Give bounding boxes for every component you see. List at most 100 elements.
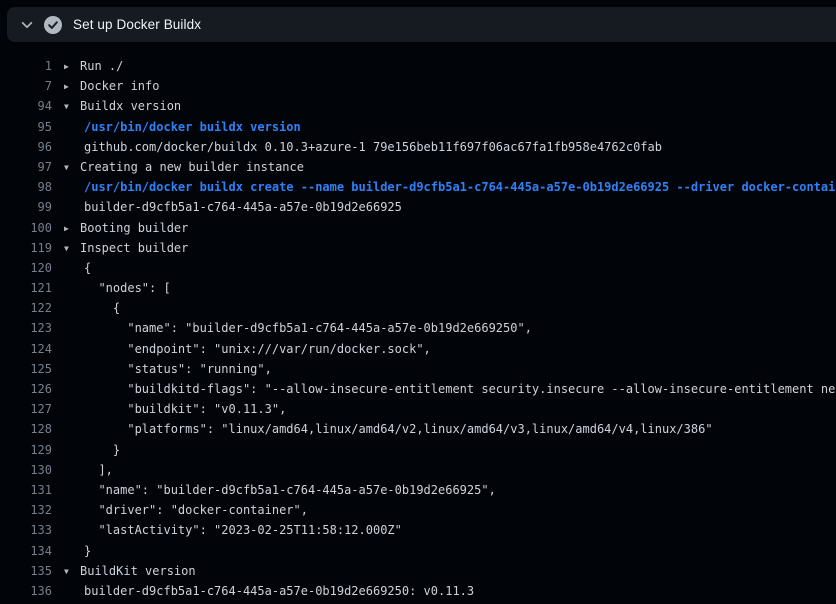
log-line: 97 ▼Creating a new builder instance — [0, 157, 836, 177]
group-toggle-icon: ▼ — [64, 158, 80, 177]
step-header[interactable]: Set up Docker Buildx — [7, 7, 836, 42]
log-line-text: Booting builder — [80, 221, 188, 235]
line-number-link[interactable]: 130 — [0, 460, 52, 480]
log-line: 131 "name": "builder-d9cfb5a1-c764-445a-… — [0, 480, 836, 500]
line-number-link[interactable]: 131 — [0, 480, 52, 500]
log-line-text: BuildKit version — [80, 564, 196, 578]
log-line-text: "endpoint": "unix:///var/run/docker.sock… — [84, 342, 431, 356]
group-toggle-icon: ▼ — [64, 562, 80, 581]
log-line-text: builder-d9cfb5a1-c764-445a-a57e-0b19d2e6… — [84, 200, 402, 214]
log-line: 120 { — [0, 258, 836, 278]
log-line-text: { — [84, 261, 91, 275]
log-line-text: /usr/bin/docker buildx create --name bui… — [84, 180, 836, 194]
line-number-link[interactable]: 123 — [0, 318, 52, 338]
log: 1 ▶Run ./ 7 ▶Docker info 94 ▼Buildx vers… — [0, 42, 836, 601]
line-number-link[interactable]: 97 — [0, 157, 52, 177]
log-line: 124 "endpoint": "unix:///var/run/docker.… — [0, 339, 836, 359]
log-line-text: Creating a new builder instance — [80, 160, 304, 174]
line-number-link[interactable]: 133 — [0, 520, 52, 540]
log-line: 100 ▶Booting builder — [0, 218, 836, 238]
log-line: 95 /usr/bin/docker buildx version — [0, 117, 836, 137]
log-line: 122 { — [0, 298, 836, 318]
log-line-text: Inspect builder — [80, 241, 188, 255]
log-group-toggle[interactable]: ▼Buildx version — [52, 96, 181, 116]
log-line: 1 ▶Run ./ — [0, 56, 836, 76]
line-number-link[interactable]: 7 — [0, 76, 52, 96]
log-line-text: { — [84, 301, 120, 315]
log-line-text: Docker info — [80, 79, 159, 93]
line-number-link[interactable]: 135 — [0, 561, 52, 581]
log-line-text: "buildkit": "v0.11.3", — [84, 402, 286, 416]
line-number-link[interactable]: 127 — [0, 399, 52, 419]
line-number-link[interactable]: 136 — [0, 581, 52, 601]
line-number-link[interactable]: 120 — [0, 258, 52, 278]
log-line: 125 "status": "running", — [0, 359, 836, 379]
log-group-toggle[interactable]: ▶Booting builder — [52, 218, 188, 238]
step-title: Set up Docker Buildx — [73, 17, 201, 32]
log-group-toggle[interactable]: ▶Run ./ — [52, 56, 123, 76]
log-line-text: } — [84, 443, 120, 457]
log-line-text: github.com/docker/buildx 0.10.3+azure-1 … — [84, 140, 662, 154]
log-line-text: "buildkitd-flags": "--allow-insecure-ent… — [84, 382, 836, 396]
line-number-link[interactable]: 95 — [0, 117, 52, 137]
line-number-link[interactable]: 124 — [0, 339, 52, 359]
group-toggle-icon: ▶ — [64, 57, 80, 76]
group-toggle-icon: ▶ — [64, 77, 80, 96]
log-line-text: "name": "builder-d9cfb5a1-c764-445a-a57e… — [84, 321, 532, 335]
line-number-link[interactable]: 1 — [0, 56, 52, 76]
log-line: 136 builder-d9cfb5a1-c764-445a-a57e-0b19… — [0, 581, 836, 601]
log-line: 133 "lastActivity": "2023-02-25T11:58:12… — [0, 520, 836, 540]
log-line-text: builder-d9cfb5a1-c764-445a-a57e-0b19d2e6… — [84, 584, 474, 598]
log-line: 130 ], — [0, 460, 836, 480]
chevron-down-icon[interactable] — [19, 17, 35, 33]
group-toggle-icon: ▼ — [64, 239, 80, 258]
line-number-link[interactable]: 96 — [0, 137, 52, 157]
log-line: 127 "buildkit": "v0.11.3", — [0, 399, 836, 419]
line-number-link[interactable]: 132 — [0, 500, 52, 520]
line-number-link[interactable]: 119 — [0, 238, 52, 258]
log-group-toggle[interactable]: ▶Docker info — [52, 76, 159, 96]
log-line: 135 ▼BuildKit version — [0, 561, 836, 581]
log-line-text: "status": "running", — [84, 362, 272, 376]
log-line: 96 github.com/docker/buildx 0.10.3+azure… — [0, 137, 836, 157]
line-number-link[interactable]: 128 — [0, 419, 52, 439]
log-line: 126 "buildkitd-flags": "--allow-insecure… — [0, 379, 836, 399]
log-line: 119 ▼Inspect builder — [0, 238, 836, 258]
log-line-text: Run ./ — [80, 59, 123, 73]
log-group-toggle[interactable]: ▼Creating a new builder instance — [52, 157, 304, 177]
log-line-text: /usr/bin/docker buildx version — [84, 120, 301, 134]
log-line-text: Buildx version — [80, 99, 181, 113]
line-number-link[interactable]: 98 — [0, 177, 52, 197]
log-line: 123 "name": "builder-d9cfb5a1-c764-445a-… — [0, 318, 836, 338]
log-line: 99 builder-d9cfb5a1-c764-445a-a57e-0b19d… — [0, 197, 836, 217]
log-line: 7 ▶Docker info — [0, 76, 836, 96]
line-number-link[interactable]: 134 — [0, 541, 52, 561]
line-number-link[interactable]: 129 — [0, 440, 52, 460]
log-line-text: "name": "builder-d9cfb5a1-c764-445a-a57e… — [84, 483, 496, 497]
log-line-text: } — [84, 544, 91, 558]
line-number-link[interactable]: 126 — [0, 379, 52, 399]
log-line: 121 "nodes": [ — [0, 278, 836, 298]
line-number-link[interactable]: 125 — [0, 359, 52, 379]
line-number-link[interactable]: 121 — [0, 278, 52, 298]
log-line-text: "nodes": [ — [84, 281, 171, 295]
log-line-text: "platforms": "linux/amd64,linux/amd64/v2… — [84, 422, 713, 436]
log-line-text: "driver": "docker-container", — [84, 503, 308, 517]
log-line: 132 "driver": "docker-container", — [0, 500, 836, 520]
line-number-link[interactable]: 99 — [0, 197, 52, 217]
log-line: 128 "platforms": "linux/amd64,linux/amd6… — [0, 419, 836, 439]
line-number-link[interactable]: 122 — [0, 298, 52, 318]
group-toggle-icon: ▼ — [64, 97, 80, 116]
group-toggle-icon: ▶ — [64, 219, 80, 238]
log-line: 94 ▼Buildx version — [0, 96, 836, 116]
line-number-link[interactable]: 100 — [0, 218, 52, 238]
line-number-link[interactable]: 94 — [0, 96, 52, 116]
log-line: 129 } — [0, 440, 836, 460]
log-line: 98 /usr/bin/docker buildx create --name … — [0, 177, 836, 197]
check-circle-icon — [44, 16, 62, 34]
log-line-text: "lastActivity": "2023-02-25T11:58:12.000… — [84, 523, 402, 537]
log-group-toggle[interactable]: ▼BuildKit version — [52, 561, 196, 581]
log-line-text: ], — [84, 463, 113, 477]
log-group-toggle[interactable]: ▼Inspect builder — [52, 238, 188, 258]
log-line: 134 } — [0, 541, 836, 561]
